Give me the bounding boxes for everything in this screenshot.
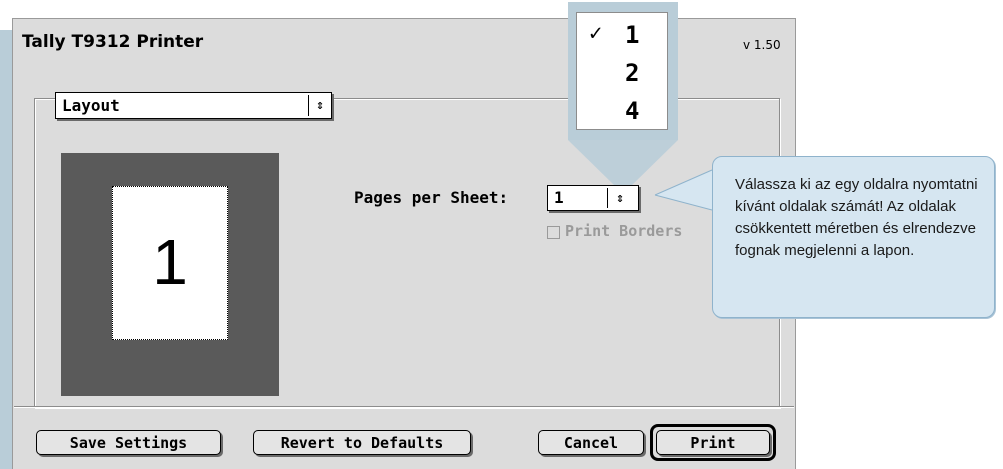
help-callout-text: Válassza ki az egy oldalra nyomtatni kív… [735,176,978,259]
checkmark-icon: ✓ [589,21,603,46]
left-accent-strip [0,30,12,469]
pages-per-sheet-popup[interactable]: 1 ⇕ [547,185,639,211]
menu-item-2[interactable]: 2 [577,55,667,93]
pages-per-sheet-menu: ✓ 1 2 4 [576,12,668,130]
menu-item-label: 2 [625,59,640,87]
preview-page-number: 1 [152,226,188,298]
cancel-button[interactable]: Cancel [538,430,644,455]
save-settings-button[interactable]: Save Settings [36,430,221,455]
print-borders-label: Print Borders [565,222,683,240]
revert-to-defaults-button[interactable]: Revert to Defaults [253,430,471,455]
menu-item-4[interactable]: 4 [577,93,667,131]
up-down-arrows-icon: ⇕ [308,95,331,116]
menu-item-1[interactable]: ✓ 1 [577,17,667,55]
menu-item-label: 1 [625,21,640,49]
version-label: v 1.50 [743,38,781,52]
print-borders-checkbox[interactable] [547,226,560,239]
pages-per-sheet-label: Pages per Sheet: [354,188,509,207]
print-button[interactable]: Print [656,430,770,455]
panel-select-value: Layout [62,96,120,115]
printer-name: Tally T9312 Printer [22,32,204,52]
button-divider [14,406,794,408]
menu-item-label: 4 [625,97,640,125]
layout-preview-page: 1 [112,186,228,340]
up-down-arrows-icon: ⇕ [607,188,632,208]
panel-select-popup[interactable]: Layout ⇕ [55,92,332,119]
pages-per-sheet-value: 1 [554,188,564,207]
